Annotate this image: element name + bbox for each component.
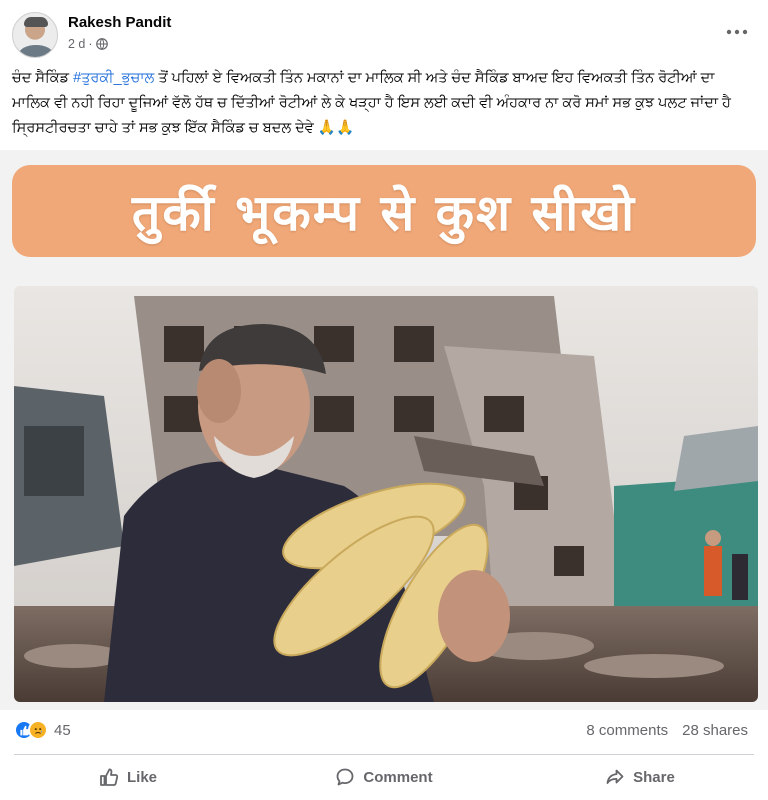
- post-text-before: ਚੰਦ ਸੈਕਿੰਡ: [12, 70, 74, 86]
- meta-separator: ·: [88, 37, 93, 51]
- author-name[interactable]: Rakesh Pandit: [68, 14, 171, 31]
- thumbs-up-icon: [100, 768, 119, 786]
- author-avatar[interactable]: [12, 12, 58, 58]
- reactions-summary[interactable]: 45: [14, 720, 71, 740]
- share-label: Share: [633, 768, 675, 786]
- post-time[interactable]: 2 d: [68, 37, 85, 51]
- banner-text: तुर्की भूकम्प से कुश सीखो: [131, 184, 637, 242]
- engagement-counts: 8 comments 28 shares: [586, 722, 748, 739]
- comment-label: Comment: [363, 768, 433, 786]
- comment-bubble-icon: [337, 768, 354, 786]
- comment-button[interactable]: Comment: [256, 758, 512, 796]
- comments-count[interactable]: 8 comments: [586, 722, 668, 739]
- share-arrow-icon: [606, 769, 624, 784]
- reaction-count: 45: [54, 721, 71, 739]
- like-label: Like: [126, 768, 157, 786]
- post-actions: Like Comment Share: [0, 758, 768, 796]
- sad-reaction-icon: [28, 720, 48, 740]
- hashtag-link[interactable]: #ਤੁਰਕੀ_ਭੁਚਾਲ: [73, 70, 154, 86]
- post-text: ਚੰਦ ਸੈਕਿੰਡ #ਤੁਰਕੀ_ਭੁਚਾਲ ਤੋਂ ਪਹਿਲਾਂ ਏ ਵਿਅ…: [12, 66, 752, 141]
- more-options-icon[interactable]: [726, 28, 748, 36]
- earthquake-photo: [14, 286, 758, 702]
- share-button[interactable]: Share: [512, 758, 768, 796]
- globe-icon: [95, 38, 108, 50]
- post-meta: 2 d ·: [68, 37, 108, 51]
- actions-divider: [14, 754, 754, 755]
- shares-count[interactable]: 28 shares: [682, 722, 748, 739]
- post-header: Rakesh Pandit 2 d ·: [0, 0, 768, 64]
- like-button[interactable]: Like: [0, 758, 256, 796]
- image-banner: तुर्की भूकम्प से कुश सीखो: [12, 165, 756, 257]
- post-image[interactable]: तुर्की भूकम्प से कुश सीखो: [0, 150, 768, 710]
- post-stats: 45 8 comments 28 shares: [0, 710, 768, 750]
- facebook-post-card: Rakesh Pandit 2 d · ਚੰਦ ਸੈਕਿੰਡ #ਤੁਰਕੀ_ਭੁ…: [0, 0, 768, 800]
